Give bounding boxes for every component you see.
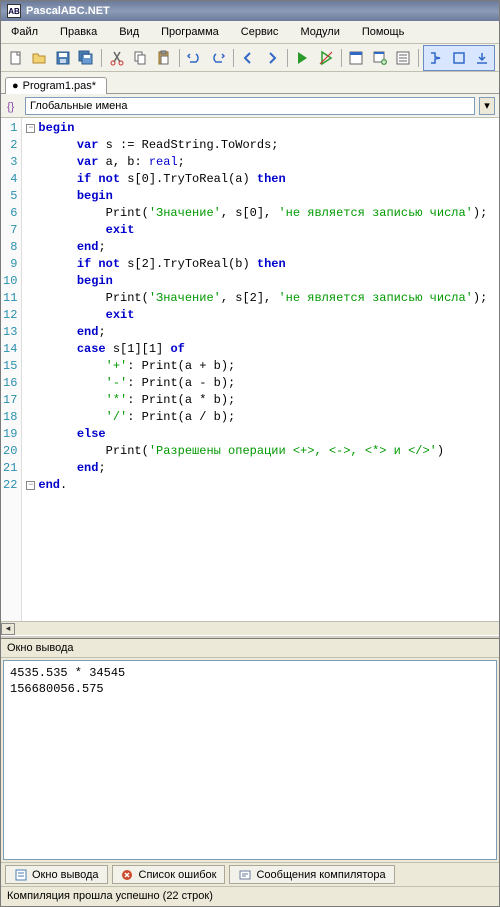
toolbar <box>1 44 499 72</box>
bottom-tab-strip: Окно вывода Список ошибок Сообщения комп… <box>1 862 499 886</box>
step-out-button[interactable] <box>471 47 493 69</box>
fold-icon[interactable]: − <box>26 481 35 490</box>
code-editor[interactable]: 12345678910111213141516171819202122 −beg… <box>1 118 499 621</box>
scope-icon: {} <box>5 98 21 114</box>
copy-button[interactable] <box>130 47 152 69</box>
menu-help[interactable]: Помощь <box>352 23 415 41</box>
app-icon: AB <box>7 4 21 18</box>
code-content[interactable]: −begin var s := ReadString.ToWords; var … <box>22 118 491 621</box>
toolbar-active-group <box>423 45 495 71</box>
open-file-button[interactable] <box>29 47 51 69</box>
scroll-left-icon[interactable]: ◂ <box>1 623 15 635</box>
compiler-icon <box>238 868 251 881</box>
output-panel[interactable]: 4535.535 * 34545 156680056.575 <box>3 660 497 860</box>
nav-forward-button[interactable] <box>261 47 283 69</box>
titlebar: AB PascalABC.NET <box>1 1 499 21</box>
app-title: PascalABC.NET <box>26 5 110 17</box>
file-tab[interactable]: ● Program1.pas* <box>5 77 107 94</box>
app-window: AB PascalABC.NET Файл Правка Вид Програм… <box>0 0 500 907</box>
paste-button[interactable] <box>153 47 175 69</box>
nav-back-button[interactable] <box>238 47 260 69</box>
toolbar-separator <box>233 49 234 67</box>
tab-output-label: Окно вывода <box>32 869 99 881</box>
step-over-button[interactable] <box>448 47 470 69</box>
menu-service[interactable]: Сервис <box>231 23 289 41</box>
menu-file[interactable]: Файл <box>1 23 48 41</box>
menu-view[interactable]: Вид <box>109 23 149 41</box>
editor-hscrollbar[interactable]: ◂ <box>1 621 499 635</box>
status-bar: Компиляция прошла успешно (22 строк) <box>1 886 499 906</box>
run-button[interactable] <box>292 47 314 69</box>
new-file-button[interactable] <box>5 47 27 69</box>
toolbar-separator <box>418 49 419 67</box>
undo-button[interactable] <box>184 47 206 69</box>
cut-button[interactable] <box>106 47 128 69</box>
output-icon <box>14 868 27 881</box>
tab-compiler[interactable]: Сообщения компилятора <box>229 865 394 884</box>
line-gutter: 12345678910111213141516171819202122 <box>1 118 22 621</box>
toolbar-separator <box>341 49 342 67</box>
toolbar-separator <box>287 49 288 67</box>
form-button[interactable] <box>346 47 368 69</box>
svg-text:{}: {} <box>7 101 15 113</box>
scope-bar: {} ▾ <box>1 94 499 118</box>
redo-button[interactable] <box>207 47 229 69</box>
scope-dropdown-button[interactable]: ▾ <box>479 97 495 115</box>
tab-errors[interactable]: Список ошибок <box>112 865 226 884</box>
tab-compiler-label: Сообщения компилятора <box>256 869 385 881</box>
tab-output[interactable]: Окно вывода <box>5 865 108 884</box>
output-panel-title: Окно вывода <box>1 639 499 658</box>
menu-bar: Файл Правка Вид Программа Сервис Модули … <box>1 21 499 44</box>
tab-label: Program1.pas* <box>23 80 96 92</box>
form-list-button[interactable] <box>393 47 415 69</box>
status-text: Компиляция прошла успешно (22 строк) <box>7 890 213 902</box>
step-into-button[interactable] <box>425 47 447 69</box>
tab-errors-label: Список ошибок <box>139 869 217 881</box>
menu-program[interactable]: Программа <box>151 23 229 41</box>
fold-icon[interactable]: − <box>26 124 35 133</box>
toolbar-separator <box>179 49 180 67</box>
new-form-button[interactable] <box>369 47 391 69</box>
tab-strip: ● Program1.pas* <box>1 72 499 94</box>
menu-edit[interactable]: Правка <box>50 23 107 41</box>
save-button[interactable] <box>52 47 74 69</box>
toolbar-separator <box>101 49 102 67</box>
tab-dirty-icon: ● <box>12 80 19 92</box>
save-all-button[interactable] <box>76 47 98 69</box>
error-icon <box>121 868 134 881</box>
menu-modules[interactable]: Модули <box>290 23 349 41</box>
run-no-debug-button[interactable] <box>315 47 337 69</box>
scope-input[interactable] <box>25 97 475 115</box>
